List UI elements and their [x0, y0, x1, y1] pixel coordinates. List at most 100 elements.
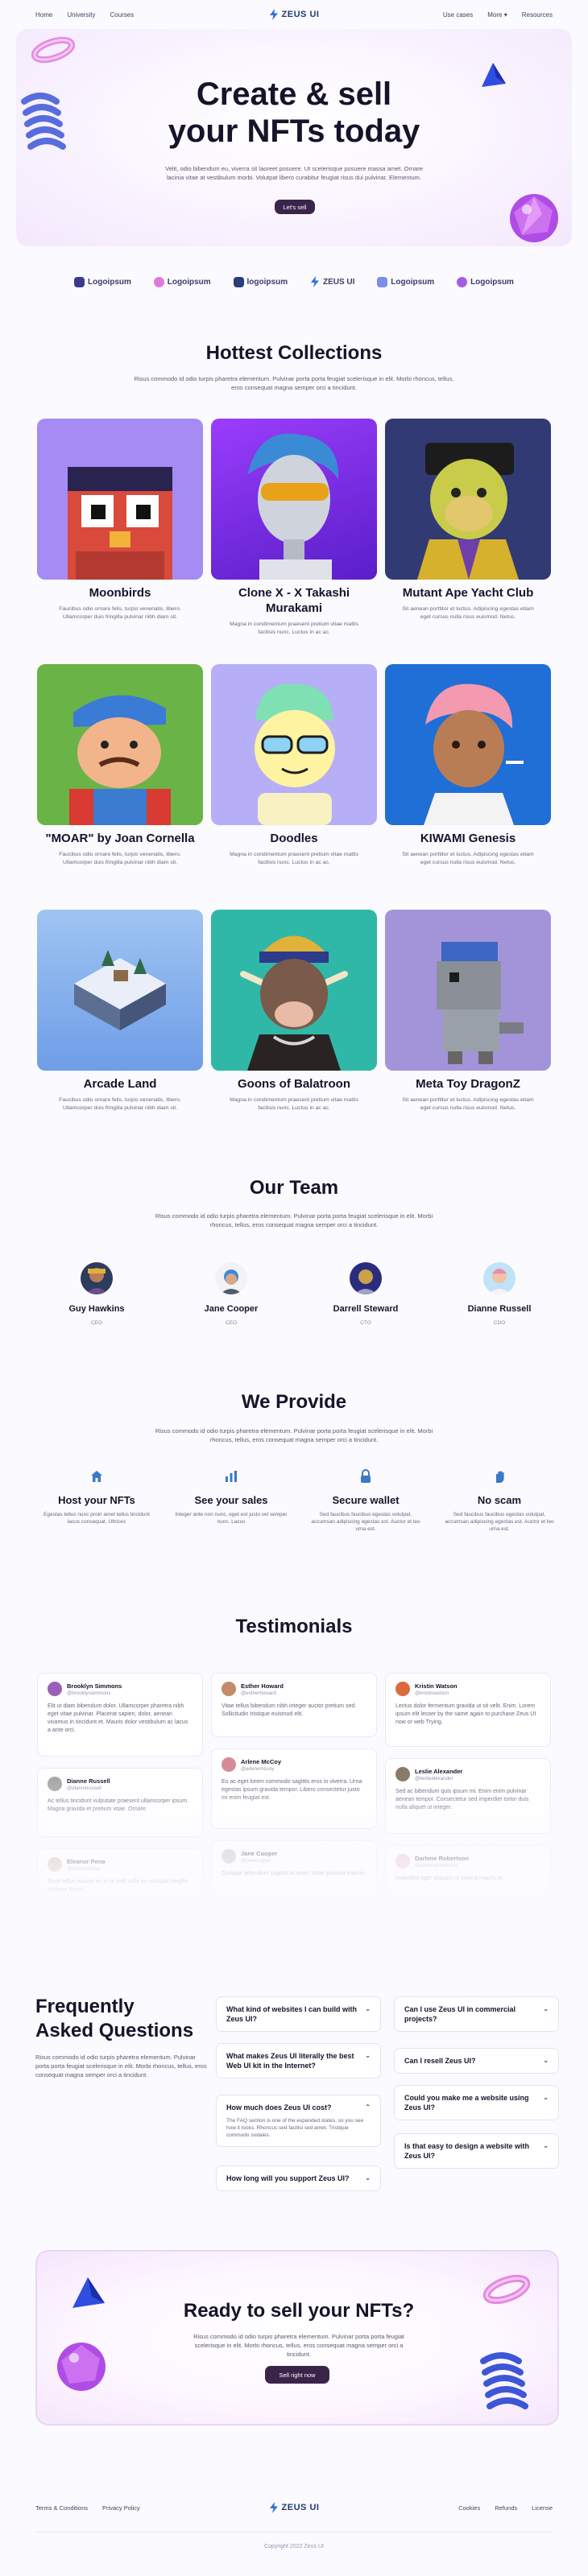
- testimonial-name: Jane Cooper: [241, 1849, 278, 1857]
- testimonial-name: Dianne Russell: [67, 1777, 110, 1785]
- avatar: [222, 1682, 236, 1696]
- collection-desc: Magna in condimentum praesent pretium vi…: [230, 852, 358, 865]
- partner-logo: ZEUS UI: [310, 276, 354, 287]
- testimonial-handle: @kristinwatson: [415, 1690, 449, 1696]
- nav-link-home[interactable]: Home: [35, 11, 52, 19]
- faq-item[interactable]: Is that easy to design a website with Ze…: [394, 2133, 559, 2169]
- nav-left-links: Home University Courses: [35, 11, 269, 19]
- collection-card[interactable]: KIWAMI Genesis Sit aenean porttitor et l…: [385, 664, 551, 866]
- nav-more-label: More: [487, 10, 503, 19]
- nav-link-courses[interactable]: Courses: [110, 11, 134, 19]
- testimonials-title: Testimonials: [235, 1616, 353, 1637]
- footer-link-privacy[interactable]: Privacy Policy: [102, 2504, 140, 2512]
- footer-brand-logo[interactable]: ZEUS UI: [269, 2502, 320, 2513]
- faq-item[interactable]: What makes Zeus UI literally the best We…: [216, 2043, 381, 2079]
- collection-desc: Faucibus odio ornare felis, turpis venen…: [59, 606, 181, 620]
- collection-desc: Magna in condimentum praesent pretium vi…: [230, 1097, 358, 1111]
- collection-image-kiwami: [385, 664, 551, 825]
- feature-desc: Integer ante non nunc, eget est justo ve…: [175, 1512, 288, 1525]
- blue-spring-shape: [480, 2352, 528, 2409]
- logo-name: Logoipsum: [167, 277, 211, 287]
- testimonial-handle: @estherhoward: [241, 1690, 276, 1696]
- brand-name: ZEUS UI: [281, 2503, 320, 2512]
- footer-link-license[interactable]: License: [532, 2504, 553, 2512]
- logo-name: Logoipsum: [470, 277, 514, 287]
- collection-card[interactable]: Clone X - X Takashi Murakami Magna in co…: [211, 419, 377, 636]
- testimonial-handle: @darlenerobertson: [415, 1862, 458, 1868]
- avatar: [222, 1757, 236, 1772]
- faq-item[interactable]: How long will you support Zeus UI? ⌄: [216, 2165, 381, 2191]
- pixel-owl-image: [68, 467, 172, 580]
- lets-sell-button[interactable]: Let's sell: [275, 200, 315, 214]
- collection-name: Moonbirds: [89, 586, 151, 600]
- provide-subtitle: Risus commodo id odio turpis pharetra el…: [155, 1427, 433, 1443]
- isometric-island-image: [74, 950, 166, 1030]
- brand-logo[interactable]: ZEUS UI: [269, 9, 320, 20]
- collection-card[interactable]: Doodles Magna in condimentum praesent pr…: [211, 664, 377, 866]
- testimonial-text: Quisque bibendum sagittis ut amet. Vitae…: [222, 1871, 366, 1876]
- goons-bull-image: [240, 935, 348, 1071]
- bar-chart-icon: [226, 1471, 237, 1482]
- partner-logo: Logoipsum: [377, 276, 435, 287]
- nav-link-resources[interactable]: Resources: [522, 11, 553, 19]
- collection-card[interactable]: Meta Toy DragonZ Sit aenean porttitor et…: [385, 910, 551, 1112]
- collection-desc: Magna in condimentum praesent pretium vi…: [230, 621, 358, 635]
- logo-mark-icon: [74, 276, 85, 287]
- partner-logo: Logoipsum: [457, 276, 514, 287]
- faq-item[interactable]: What kind of websites I can build with Z…: [216, 1996, 381, 2032]
- collection-image-goons: [211, 910, 377, 1071]
- testimonial-card: Dianne Russell @diannerussell Ac tellus t…: [37, 1768, 203, 1837]
- collection-name: Arcade Land: [83, 1077, 157, 1091]
- collection-name: Doodles: [270, 832, 318, 845]
- nav-link-more[interactable]: More ▾: [487, 11, 507, 19]
- logo-name: Logoipsum: [391, 277, 435, 287]
- logo-name: ZEUS UI: [322, 277, 355, 287]
- testimonial-name: Esther Howard: [241, 1682, 284, 1690]
- nav-link-university[interactable]: University: [67, 11, 95, 19]
- faq-title: Frequently Asked Questions: [35, 1995, 193, 2043]
- bolt-icon: [269, 9, 278, 20]
- faq-item[interactable]: Could you make me a website using Zeus U…: [394, 2085, 559, 2120]
- collection-image-arcade-land: [37, 910, 203, 1071]
- feature-title: No scam: [477, 1494, 522, 1506]
- feature-title: Secure wallet: [332, 1494, 400, 1506]
- member-name: Dianne Russell: [467, 1304, 532, 1314]
- chevron-down-icon: ⌄: [543, 2057, 549, 2064]
- mutant-ape-image: [417, 443, 519, 580]
- top-nav: Home University Courses ZEUS UI Use case…: [0, 0, 588, 29]
- collection-name: Mutant Ape Yacht Club: [402, 586, 534, 600]
- footer-link-refunds[interactable]: Refunds: [495, 2504, 517, 2512]
- collection-desc: Faucibus odio ornare felis, turpis venen…: [59, 1097, 181, 1111]
- faq-item[interactable]: Can I resell Zeus UI? ⌄: [394, 2048, 559, 2074]
- logo-name: Logoipsum: [88, 277, 131, 287]
- testimonial-text: Elit ut diam bibendum dolor. Ullamcorper…: [48, 1703, 188, 1733]
- collection-card[interactable]: Moonbirds Faucibus odio ornare felis, tu…: [37, 419, 203, 621]
- collection-image-moar: [37, 664, 203, 825]
- collection-card[interactable]: Arcade Land Faucibus odio ornare felis, …: [37, 910, 203, 1112]
- member-role: CTO: [360, 1320, 371, 1326]
- feature-item: No scam Sed faucibus faucibus egestas vo…: [443, 1469, 556, 1533]
- collection-card[interactable]: "MOAR" by Joan Cornella Faucibus odio or…: [37, 664, 203, 866]
- feature-desc: Sed faucibus faucibus egestas volutpat, …: [311, 1512, 420, 1532]
- footer-link-terms[interactable]: Terms & Conditions: [35, 2504, 88, 2512]
- partner-logo: Logoipsum: [153, 276, 211, 287]
- nav-link-use-cases[interactable]: Use cases: [443, 11, 473, 19]
- home-icon: [91, 1471, 102, 1482]
- faq-title-line-1: Frequently: [35, 1996, 135, 2017]
- footer-link-cookies[interactable]: Cookies: [458, 2504, 480, 2512]
- faq-subtitle: Risus commodo id odio turpis pharetra el…: [35, 2054, 207, 2079]
- collection-card[interactable]: Goons of Balatroon Magna in condimentum …: [211, 910, 377, 1112]
- faq-question: How long will you support Zeus UI?: [226, 2174, 350, 2182]
- faq-item-expanded[interactable]: How much does Zeus UI cost? ⌃ The FAQ sec…: [216, 2095, 381, 2147]
- collection-card[interactable]: Mutant Ape Yacht Club Sit aenean porttit…: [385, 419, 551, 621]
- avatar: [215, 1262, 247, 1294]
- sell-right-now-button[interactable]: Sell right now: [265, 2366, 329, 2384]
- chevron-down-icon: ⌄: [365, 2052, 371, 2059]
- cta-title: Ready to sell your NFTs?: [183, 2300, 415, 2322]
- cta-subtitle: Risus commodo id odio turpis pharetra el…: [193, 2333, 404, 2358]
- team-member: Guy Hawkins CEO: [40, 1262, 153, 1326]
- faq-item[interactable]: Can I use Zeus UI in commercial projects…: [394, 1996, 559, 2032]
- faq-question: Can I use Zeus UI in commercial projects…: [404, 2005, 516, 2023]
- testimonial-card: Leslie Alexander @lesliealexander Sed ac …: [385, 1758, 551, 1834]
- team-title: Our Team: [249, 1177, 339, 1199]
